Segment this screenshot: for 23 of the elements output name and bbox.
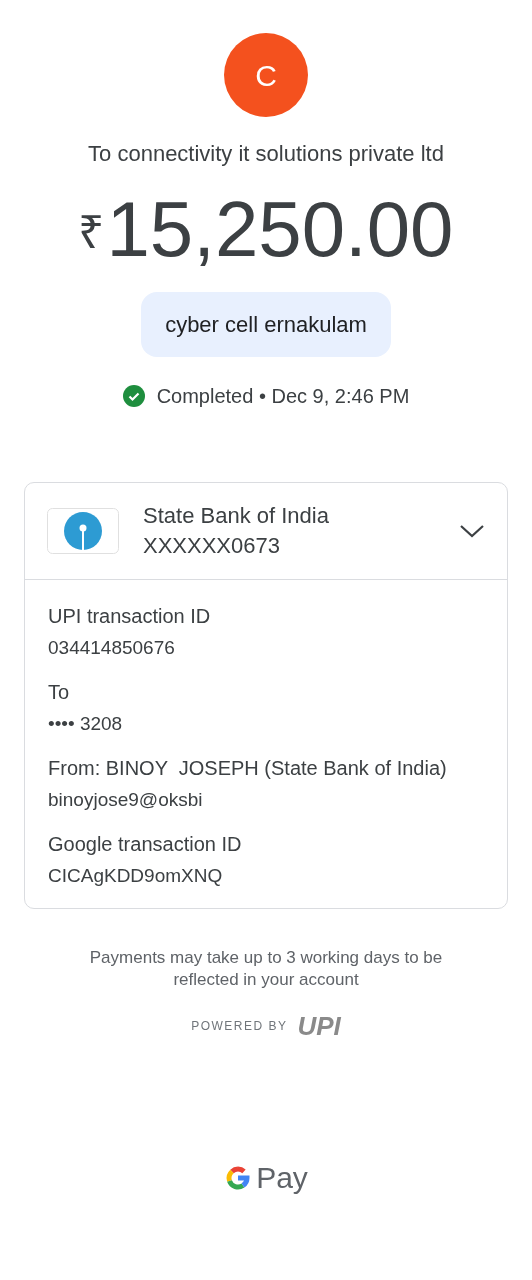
bank-name: State Bank of India — [143, 502, 330, 530]
payee-name: To connectivity it solutions private ltd — [88, 140, 444, 168]
powered-by-label: POWERED BY — [191, 1018, 288, 1035]
footnote: Payments may take up to 3 working days to be reflected in your account — [88, 947, 444, 991]
status-text: Completed • Dec 9, 2:46 PM — [156, 384, 410, 409]
avatar: C — [224, 33, 308, 117]
account-header[interactable]: State Bank of India XXXXXX0673 — [25, 483, 507, 580]
pay-wordmark: Pay — [256, 1160, 308, 1196]
detail-label: Google transaction ID — [48, 832, 243, 857]
detail-value: CICAgKDD9omXNQ — [48, 864, 224, 888]
chevron-icon — [459, 523, 485, 539]
bank-logo-icon — [47, 508, 119, 554]
detail-value: •••• 3208 — [48, 712, 124, 736]
note-chip: cyber cell ernakulam — [141, 292, 391, 357]
detail-value: binoyjose9@oksbi — [48, 788, 204, 812]
detail-value: 034414850676 — [48, 636, 176, 660]
account-number: XXXXXX0673 — [143, 532, 281, 560]
detail-label: To — [48, 680, 71, 705]
detail-label: UPI transaction ID — [48, 604, 212, 629]
detail-label: From: BINOY JOSEPH (State Bank of India) — [48, 756, 448, 781]
upi-logo: UPI — [297, 1013, 341, 1039]
amount: 15,250.00 — [106, 184, 454, 274]
currency-symbol: ₹ — [78, 205, 105, 260]
